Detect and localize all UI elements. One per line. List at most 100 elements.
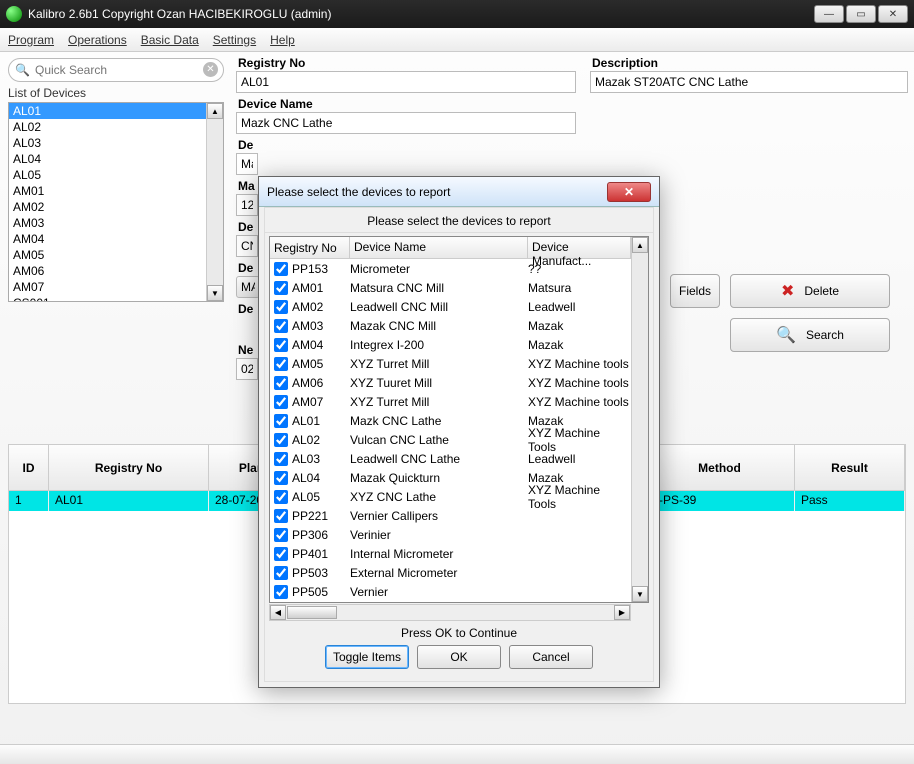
dialog-hscrollbar[interactable]: ◀ ▶ <box>269 604 631 621</box>
scroll-up-icon[interactable]: ▲ <box>207 103 223 119</box>
toggle-items-button[interactable]: Toggle Items <box>325 645 409 669</box>
table-row[interactable]: PP505Vernier <box>270 582 631 601</box>
scroll-left-icon[interactable]: ◀ <box>270 605 286 620</box>
registry-no-label: Registry No <box>238 56 576 70</box>
table-row[interactable]: AL05XYZ CNC LatheXYZ Machine Tools <box>270 487 631 506</box>
list-item[interactable]: AL03 <box>9 135 206 151</box>
dlg-col-manufacturer[interactable]: Device Manufact... <box>528 237 631 258</box>
row-checkbox[interactable] <box>274 357 288 371</box>
row-checkbox[interactable] <box>274 281 288 295</box>
col-method[interactable]: Method <box>645 445 795 490</box>
list-item[interactable]: AM01 <box>9 183 206 199</box>
next-field[interactable] <box>236 358 258 380</box>
col-registry[interactable]: Registry No <box>49 445 209 490</box>
maximize-button[interactable]: ▭ <box>846 5 876 23</box>
list-item[interactable]: AM06 <box>9 263 206 279</box>
scroll-down-icon[interactable]: ▼ <box>207 285 223 301</box>
list-item[interactable]: AM04 <box>9 231 206 247</box>
row-checkbox[interactable] <box>274 585 288 599</box>
row-checkbox[interactable] <box>274 547 288 561</box>
scroll-right-icon[interactable]: ▶ <box>614 605 630 620</box>
table-row[interactable]: PP153Micrometer?? <box>270 259 631 278</box>
table-row[interactable]: AM02Leadwell CNC MillLeadwell <box>270 297 631 316</box>
description-label: Description <box>592 56 908 70</box>
device-name-field[interactable] <box>236 112 576 134</box>
list-item[interactable]: AM07 <box>9 279 206 295</box>
list-item[interactable]: AL01 <box>9 103 206 119</box>
close-button[interactable]: ✕ <box>878 5 908 23</box>
table-row[interactable]: AM01Matsura CNC MillMatsura <box>270 278 631 297</box>
row-checkbox[interactable] <box>274 376 288 390</box>
magnifier-icon: 🔍 <box>776 325 796 345</box>
description-field[interactable] <box>590 71 908 93</box>
row-checkbox[interactable] <box>274 452 288 466</box>
cancel-button[interactable]: Cancel <box>509 645 593 669</box>
menu-help[interactable]: Help <box>270 33 295 47</box>
row-checkbox[interactable] <box>274 319 288 333</box>
list-item[interactable]: AL02 <box>9 119 206 135</box>
table-row[interactable]: PP306Verinier <box>270 525 631 544</box>
partial-field-man[interactable] <box>236 194 258 216</box>
dialog-close-button[interactable]: ✕ <box>607 182 651 202</box>
table-row[interactable]: AM05XYZ Turret MillXYZ Machine tools <box>270 354 631 373</box>
list-item[interactable]: AM03 <box>9 215 206 231</box>
list-item[interactable]: AM02 <box>9 199 206 215</box>
table-row[interactable]: PP503External Micrometer <box>270 563 631 582</box>
table-row[interactable]: AM03Mazak CNC MillMazak <box>270 316 631 335</box>
fields-button[interactable]: Fields <box>670 274 720 308</box>
partial-field-1[interactable] <box>236 153 258 175</box>
row-checkbox[interactable] <box>274 414 288 428</box>
row-checkbox[interactable] <box>274 471 288 485</box>
delete-button[interactable]: ✖Delete <box>730 274 890 308</box>
clear-search-icon[interactable]: ✕ <box>203 62 218 77</box>
col-id[interactable]: ID <box>9 445 49 490</box>
menu-settings[interactable]: Settings <box>213 33 256 47</box>
partial-field-3[interactable] <box>236 276 260 298</box>
table-row[interactable]: AM07XYZ Turret MillXYZ Machine tools <box>270 392 631 411</box>
row-checkbox[interactable] <box>274 262 288 276</box>
cell-name: Vernier Callipers <box>350 509 528 523</box>
dlg-col-name[interactable]: Device Name <box>350 237 528 258</box>
row-checkbox[interactable] <box>274 433 288 447</box>
row-checkbox[interactable] <box>274 566 288 580</box>
dialog-vscrollbar[interactable]: ▲ ▼ <box>631 237 648 602</box>
list-item[interactable]: AM05 <box>9 247 206 263</box>
row-checkbox[interactable] <box>274 338 288 352</box>
search-input[interactable] <box>8 58 224 82</box>
dlg-col-registry[interactable]: Registry No <box>270 237 350 258</box>
row-checkbox[interactable] <box>274 509 288 523</box>
row-checkbox[interactable] <box>274 528 288 542</box>
cell-reg: PP306 <box>292 528 328 542</box>
registry-no-field[interactable] <box>236 71 576 93</box>
list-item[interactable]: CS001 <box>9 295 206 301</box>
row-checkbox[interactable] <box>274 395 288 409</box>
scroll-down-icon[interactable]: ▼ <box>632 586 648 602</box>
dialog-title: Please select the devices to report <box>267 185 450 199</box>
search-button[interactable]: 🔍Search <box>730 318 890 352</box>
table-row[interactable]: AM04Integrex I-200Mazak <box>270 335 631 354</box>
scroll-thumb[interactable] <box>287 606 337 619</box>
table-row[interactable]: PP507External Blade Micrometer <box>270 601 631 602</box>
list-item[interactable]: AL05 <box>9 167 206 183</box>
ok-button[interactable]: OK <box>417 645 501 669</box>
cell-name: Vernier <box>350 585 528 599</box>
col-result[interactable]: Result <box>795 445 905 490</box>
table-row[interactable]: PP401Internal Micrometer <box>270 544 631 563</box>
menu-operations[interactable]: Operations <box>68 33 127 47</box>
table-row[interactable]: AL03Leadwell CNC LatheLeadwell <box>270 449 631 468</box>
minimize-button[interactable]: ― <box>814 5 844 23</box>
cell-name: Internal Micrometer <box>350 547 528 561</box>
row-checkbox[interactable] <box>274 490 288 504</box>
scroll-up-icon[interactable]: ▲ <box>632 237 648 253</box>
menu-basic-data[interactable]: Basic Data <box>141 33 199 47</box>
partial-field-2[interactable] <box>236 235 258 257</box>
cell-manuf: XYZ Machine Tools <box>528 426 631 454</box>
list-item[interactable]: AL04 <box>9 151 206 167</box>
device-list-scrollbar[interactable]: ▲ ▼ <box>206 103 223 301</box>
table-row[interactable]: AM06XYZ Tuuret MillXYZ Machine tools <box>270 373 631 392</box>
row-checkbox[interactable] <box>274 300 288 314</box>
table-row[interactable]: AL02Vulcan CNC LatheXYZ Machine Tools <box>270 430 631 449</box>
menu-program[interactable]: Program <box>8 33 54 47</box>
app-logo-icon <box>6 6 22 22</box>
cell-name: Mazak Quickturn <box>350 471 528 485</box>
